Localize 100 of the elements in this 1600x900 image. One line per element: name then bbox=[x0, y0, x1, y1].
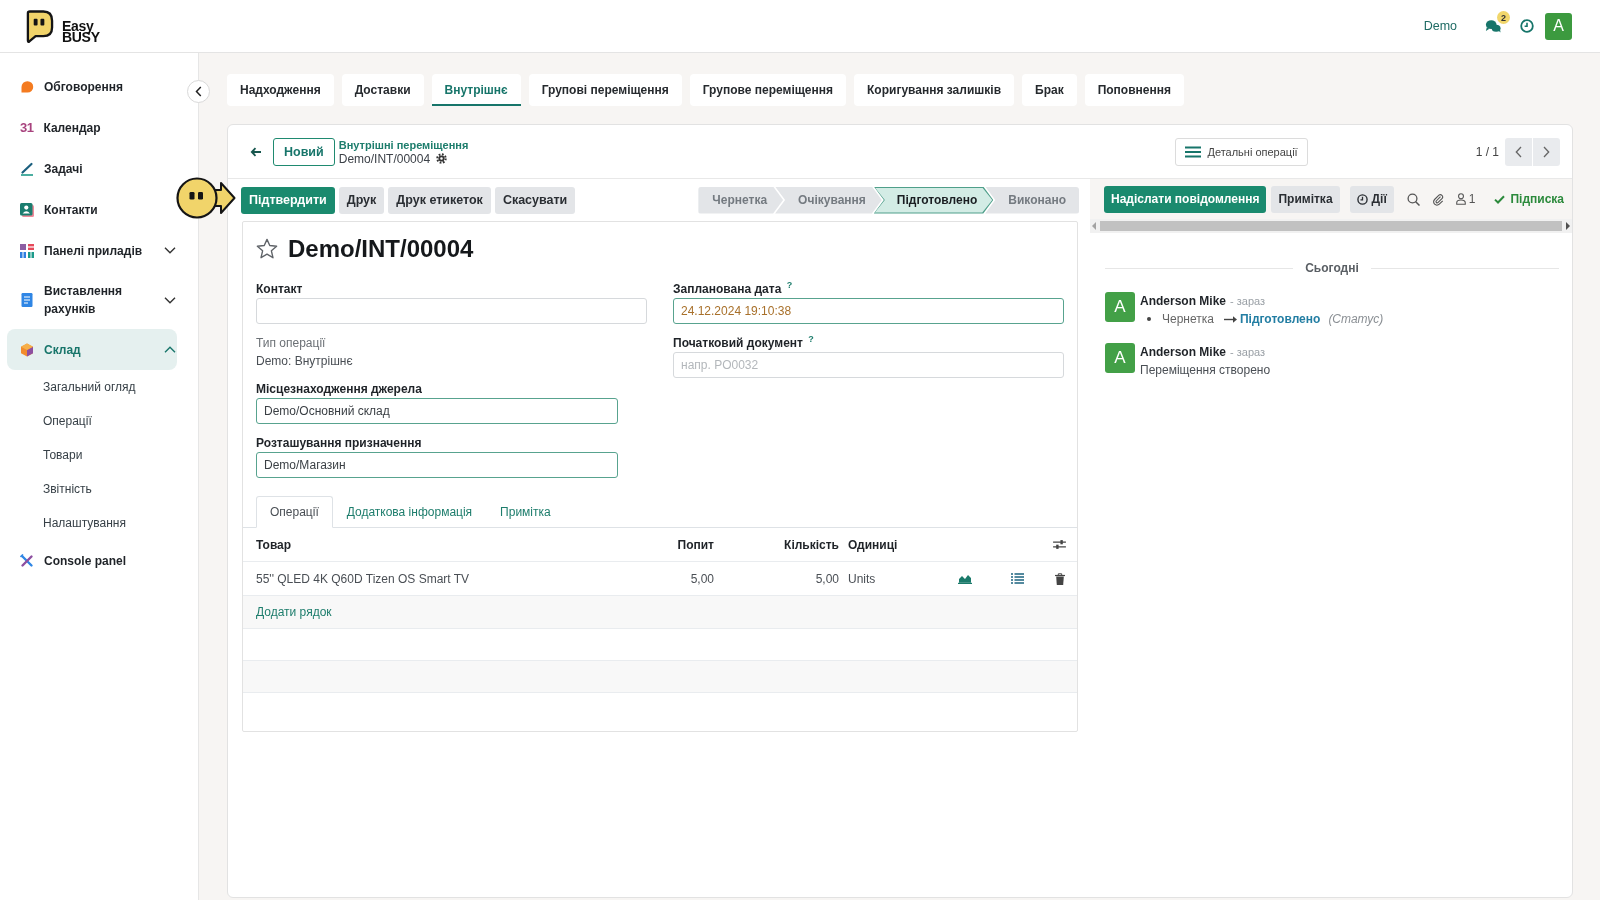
pen-icon bbox=[20, 161, 34, 176]
operation-tab[interactable]: Коригування залишків bbox=[854, 74, 1014, 106]
column-header[interactable]: Попит bbox=[677, 537, 714, 552]
message-time: - зараз bbox=[1230, 294, 1266, 309]
sidebar-subitem[interactable]: Налаштування bbox=[7, 506, 177, 540]
send-message-button[interactable]: Надіслати повідомлення bbox=[1104, 185, 1267, 213]
sliders-icon[interactable] bbox=[1053, 539, 1066, 550]
action-button[interactable]: Друк етикеток bbox=[388, 186, 491, 214]
detailed-operations-button[interactable]: Детальні операції bbox=[1175, 137, 1308, 166]
add-line-link[interactable]: Додати рядок bbox=[256, 605, 332, 619]
chevron-left-icon bbox=[1515, 145, 1522, 158]
field-label: Тип операції bbox=[256, 335, 326, 351]
field-label: Контакт bbox=[256, 281, 303, 297]
sidebar-subitem[interactable]: Операції bbox=[7, 404, 177, 438]
action-button[interactable]: Підтвердити bbox=[241, 186, 335, 214]
sidebar-item[interactable]: 31 Календар bbox=[7, 107, 177, 148]
sidebar-item[interactable]: Виставлення рахунків bbox=[7, 271, 177, 329]
input-field[interactable] bbox=[256, 298, 647, 324]
sidebar-subitem[interactable]: Товари bbox=[7, 438, 177, 472]
input-field[interactable]: Demo/Магазин bbox=[256, 452, 618, 478]
input-field[interactable]: Demo/Основний склад bbox=[256, 398, 618, 424]
back-arrow-icon[interactable] bbox=[250, 146, 262, 157]
gear-icon[interactable] bbox=[436, 153, 448, 164]
action-button[interactable]: Друк bbox=[338, 186, 385, 214]
status-stage[interactable]: Виконано bbox=[985, 186, 1079, 214]
column-header[interactable]: Товар bbox=[256, 537, 292, 552]
calendar-icon: 31 bbox=[20, 120, 34, 135]
follow-button[interactable]: Підписка bbox=[1494, 192, 1564, 206]
notebook-tab[interactable]: Примітка bbox=[486, 496, 565, 528]
dashboard-grid-icon bbox=[20, 243, 34, 258]
field-label: Запланована дата $^{?}$ bbox=[673, 281, 793, 297]
notebook-tab[interactable]: Операції bbox=[256, 496, 333, 528]
paperclip-icon[interactable] bbox=[1431, 192, 1444, 206]
input-field[interactable]: напр. PO0032 bbox=[673, 352, 1064, 378]
sidebar-item[interactable]: Склад bbox=[7, 329, 177, 370]
table-cell: 5,00 bbox=[815, 571, 839, 586]
trash-icon[interactable] bbox=[1054, 572, 1065, 585]
new-value: Підготовлено bbox=[1239, 311, 1321, 328]
chat-bubbles-icon[interactable] bbox=[1485, 19, 1501, 33]
arrow-right-icon bbox=[1223, 315, 1237, 323]
chevron-left-icon bbox=[195, 86, 202, 97]
cross-icon bbox=[20, 553, 34, 568]
area-chart-icon[interactable] bbox=[957, 573, 972, 584]
breadcrumb-link[interactable]: Внутрішні переміщення bbox=[338, 137, 469, 152]
operation-tab[interactable]: Брак bbox=[1022, 74, 1077, 106]
message-count-badge: 2 bbox=[1497, 11, 1510, 24]
field-value: Demo: Внутрішнє bbox=[256, 353, 353, 369]
field-label: Місцезнаходження джерела bbox=[256, 381, 422, 397]
next-page-button[interactable] bbox=[1533, 137, 1560, 166]
operation-tab[interactable]: Поповнення bbox=[1084, 74, 1184, 106]
author-name[interactable]: Anderson Mike bbox=[1140, 292, 1226, 310]
bullet-icon bbox=[1147, 317, 1151, 321]
sidebar-item[interactable]: Console panel bbox=[7, 540, 177, 581]
user-avatar[interactable]: A bbox=[1545, 12, 1572, 40]
sidebar-item[interactable]: Панелі приладів bbox=[7, 230, 177, 271]
speech-bubble-icon bbox=[20, 79, 34, 94]
operation-tab[interactable]: Групове переміщення bbox=[689, 74, 847, 106]
status-stage[interactable]: Підготовлено bbox=[873, 186, 994, 214]
action-button[interactable]: Скасувати bbox=[494, 186, 576, 214]
notebook-tab[interactable]: Додаткова інформація bbox=[332, 496, 487, 528]
new-button[interactable]: Новий bbox=[273, 137, 335, 166]
company-switcher[interactable]: Demo bbox=[1423, 19, 1457, 33]
clock-icon[interactable] bbox=[1520, 19, 1534, 33]
person-icon bbox=[1455, 193, 1466, 205]
column-header[interactable]: Одиниці bbox=[848, 537, 898, 552]
table-cell: Units bbox=[848, 571, 876, 586]
column-header[interactable]: Кількість bbox=[784, 537, 839, 552]
sidebar-subitem[interactable]: Звітність bbox=[7, 472, 177, 506]
operation-tab[interactable]: Внутрішнє bbox=[431, 74, 521, 106]
logo-icon bbox=[25, 9, 54, 43]
activities-button[interactable]: Дії bbox=[1349, 185, 1394, 213]
date-separator: Сьогодні bbox=[1305, 261, 1359, 275]
record-title: Demo/INT/00004 bbox=[288, 234, 474, 264]
followers-button[interactable]: 1 bbox=[1455, 192, 1476, 206]
sidebar-item[interactable]: Задачі bbox=[7, 148, 177, 189]
date-field[interactable]: 24.12.2024 19:10:38 bbox=[673, 298, 1064, 324]
cube-icon bbox=[20, 342, 34, 357]
star-icon[interactable] bbox=[256, 238, 278, 260]
record-name: Demo/INT/00004 bbox=[338, 151, 431, 166]
mascot-pointer-icon[interactable] bbox=[176, 177, 236, 219]
clock-icon bbox=[1356, 193, 1368, 205]
sidebar-item[interactable]: Контакти bbox=[7, 189, 177, 230]
sidebar-subitem[interactable]: Загальний огляд bbox=[7, 370, 177, 404]
field-label: Розташування призначення bbox=[256, 435, 422, 451]
table-cell: 55'' QLED 4K Q60D Tizen OS Smart TV bbox=[256, 571, 470, 586]
tracked-field-name: (Статус) bbox=[1328, 311, 1384, 328]
author-name[interactable]: Anderson Mike bbox=[1140, 343, 1226, 361]
log-note-button[interactable]: Примітка bbox=[1271, 185, 1340, 213]
previous-page-button[interactable] bbox=[1505, 137, 1532, 166]
horizontal-scrollbar[interactable] bbox=[1090, 219, 1572, 233]
search-icon[interactable] bbox=[1406, 192, 1420, 206]
sidebar-item[interactable]: Обговорення bbox=[7, 66, 177, 107]
message-time: - зараз bbox=[1230, 345, 1266, 360]
operation-tab[interactable]: Групові переміщення bbox=[528, 74, 682, 106]
field-label: Початковий документ $^{?}$ bbox=[673, 335, 814, 351]
operation-tab[interactable]: Доставки bbox=[341, 74, 424, 106]
table-cell: 5,00 bbox=[690, 571, 714, 586]
operation-tab[interactable]: Надходження bbox=[227, 74, 334, 106]
chevron-right-icon bbox=[1543, 145, 1550, 158]
list-icon[interactable] bbox=[1010, 573, 1024, 584]
